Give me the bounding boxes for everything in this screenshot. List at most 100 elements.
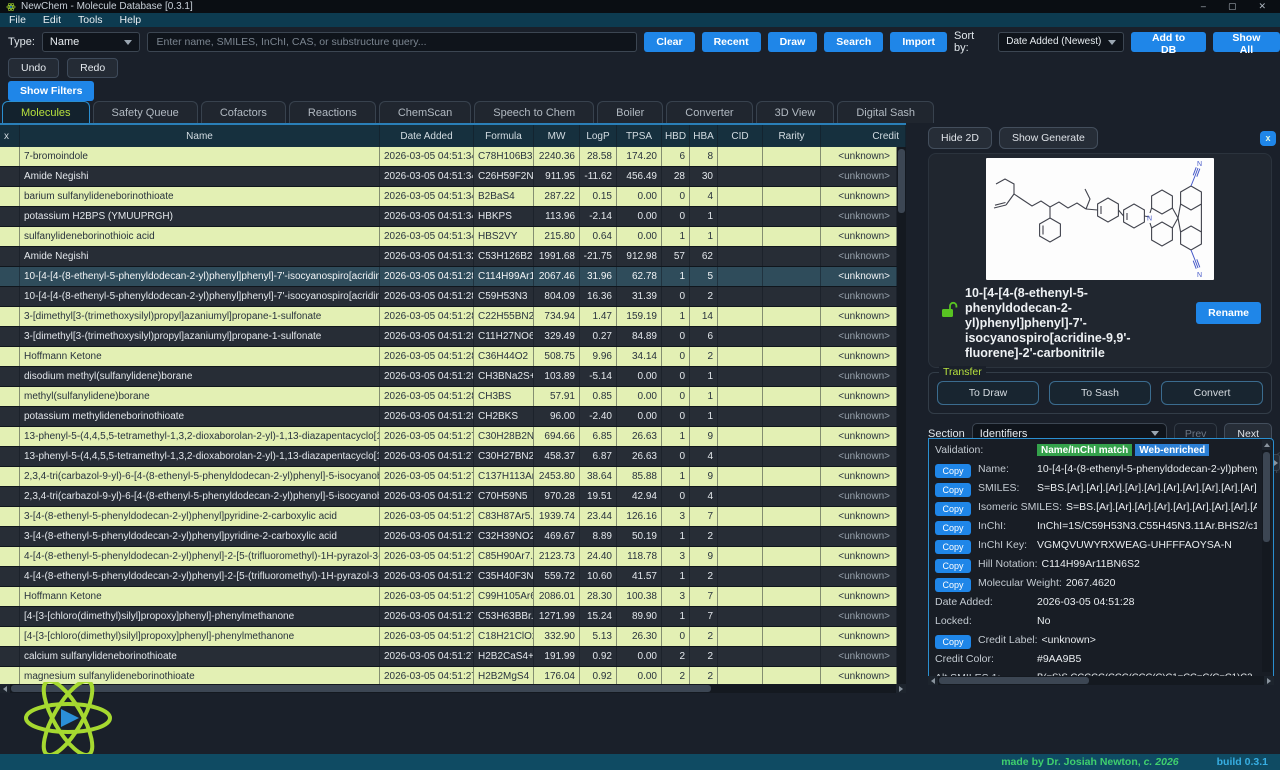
cell-date-added: 2026-03-05 04:51:28 — [380, 307, 474, 326]
cell-name: 4-[4-(8-ethenyl-5-phenyldodecan-2-yl)phe… — [20, 547, 380, 566]
menu-tools[interactable]: Tools — [78, 14, 103, 26]
table-row[interactable]: Amide Negishi2026-03-05 04:51:34C26H59F2… — [0, 167, 897, 187]
table-row[interactable]: [4-[3-[chloro(dimethyl)silyl]propoxy]phe… — [0, 627, 897, 647]
minimize-icon[interactable]: – — [1201, 1, 1206, 12]
cell-date-added: 2026-03-05 04:51:28 — [380, 367, 474, 386]
cell-credit: <unknown> — [821, 547, 897, 566]
panel-close-button[interactable]: x — [1260, 131, 1276, 146]
table-row[interactable]: 10-[4-[4-(8-ethenyl-5-phenyldodecan-2-yl… — [0, 287, 897, 307]
cell-credit: <unknown> — [821, 447, 897, 466]
table-row[interactable]: potassium H2BPS (YMUUPRGH)2026-03-05 04:… — [0, 207, 897, 227]
copy-button[interactable]: Copy — [935, 502, 971, 516]
menu-edit[interactable]: Edit — [43, 14, 61, 26]
rename-button[interactable]: Rename — [1196, 302, 1261, 324]
menu-help[interactable]: Help — [120, 14, 142, 26]
panel-horizontal-scrollbar[interactable] — [928, 676, 1274, 685]
cell-formula: C26H59F2N... — [474, 167, 534, 186]
table-row[interactable]: Amide Negishi2026-03-05 04:51:32C53H126B… — [0, 247, 897, 267]
table-row[interactable]: Hoffmann Ketone2026-03-05 04:51:28C36H44… — [0, 347, 897, 367]
cell-mw: 1939.74 — [534, 507, 580, 526]
table-row[interactable]: 13-phenyl-5-(4,4,5,5-tetramethyl-1,3,2-d… — [0, 447, 897, 467]
copy-button[interactable]: Copy — [935, 483, 971, 497]
scroll-left-icon[interactable] — [0, 684, 10, 693]
add-to-db-button[interactable]: Add to DB — [1131, 32, 1205, 52]
tab-boiler[interactable]: Boiler — [597, 101, 663, 123]
tab-digital-sash[interactable]: Digital Sash — [837, 101, 934, 123]
scroll-thumb[interactable] — [939, 677, 1089, 684]
tab-converter[interactable]: Converter — [666, 101, 752, 123]
copy-button[interactable]: Copy — [935, 464, 971, 478]
menu-file[interactable]: File — [9, 14, 26, 26]
scroll-up-icon[interactable] — [1262, 440, 1271, 450]
table-row[interactable]: 10-[4-[4-(8-ethenyl-5-phenyldodecan-2-yl… — [0, 267, 897, 287]
tab-3d-view[interactable]: 3D View — [756, 101, 835, 123]
copy-button[interactable]: Copy — [935, 635, 971, 649]
menu-bar: File Edit Tools Help — [0, 13, 1280, 27]
close-icon[interactable]: ✕ — [1258, 1, 1266, 12]
recent-button[interactable]: Recent — [702, 32, 761, 52]
copy-button[interactable]: Copy — [935, 578, 971, 592]
table-row[interactable]: potassium methylideneborinothioate2026-0… — [0, 407, 897, 427]
scroll-right-icon[interactable] — [1264, 676, 1274, 685]
table-row[interactable]: 7-bromoindole2026-03-05 04:51:34C78H106B… — [0, 147, 897, 167]
scroll-thumb[interactable] — [1263, 452, 1270, 542]
search-button[interactable]: Search — [824, 32, 883, 52]
table-horizontal-scrollbar[interactable] — [0, 684, 906, 693]
table-row[interactable]: disodium methyl(sulfanylidene)borane2026… — [0, 367, 897, 387]
cell-cid — [718, 307, 763, 326]
tab-cofactors[interactable]: Cofactors — [201, 101, 286, 123]
table-row[interactable]: methyl(sulfanylidene)borane2026-03-05 04… — [0, 387, 897, 407]
table-row[interactable]: 3-[dimethyl[3-(trimethoxysilyl)propyl]az… — [0, 327, 897, 347]
cell-hbd: 0 — [662, 447, 690, 466]
table-row[interactable]: 13-phenyl-5-(4,4,5,5-tetramethyl-1,3,2-d… — [0, 427, 897, 447]
tab-molecules[interactable]: Molecules — [2, 101, 90, 123]
hide-2d-button[interactable]: Hide 2D — [928, 127, 992, 149]
field-label: Credit Color: — [935, 653, 1037, 665]
maximize-icon[interactable]: ▢ — [1228, 1, 1237, 12]
copy-button[interactable]: Copy — [935, 521, 971, 535]
tab-safety-queue[interactable]: Safety Queue — [93, 101, 198, 123]
search-input[interactable] — [147, 32, 637, 52]
cell-formula: C35H40F3N3 — [474, 567, 534, 586]
copy-button[interactable]: Copy — [935, 540, 971, 554]
table-row[interactable]: sulfanylideneborinothioic acid2026-03-05… — [0, 227, 897, 247]
table-row[interactable]: [4-[3-[chloro(dimethyl)silyl]propoxy]phe… — [0, 607, 897, 627]
scroll-right-icon[interactable] — [896, 684, 906, 693]
cell-date-added: 2026-03-05 04:51:34 — [380, 167, 474, 186]
table-row[interactable]: 3-[dimethyl[3-(trimethoxysilyl)propyl]az… — [0, 307, 897, 327]
table-row[interactable]: Hoffmann Ketone2026-03-05 04:51:27C99H10… — [0, 587, 897, 607]
panel-vertical-scrollbar[interactable] — [1262, 440, 1271, 672]
table-row[interactable]: 2,3,4-tri(carbazol-9-yl)-6-[4-(8-ethenyl… — [0, 467, 897, 487]
table-row[interactable]: 4-[4-(8-ethenyl-5-phenyldodecan-2-yl)phe… — [0, 547, 897, 567]
cell-cid — [718, 627, 763, 646]
table-row[interactable]: 4-[4-(8-ethenyl-5-phenyldodecan-2-yl)phe… — [0, 567, 897, 587]
cell-formula: C11H27NO6... — [474, 327, 534, 346]
type-select[interactable]: Name — [42, 32, 141, 52]
show-filters-button[interactable]: Show Filters — [8, 81, 94, 101]
draw-button[interactable]: Draw — [768, 32, 818, 52]
to-sash-button[interactable]: To Sash — [1049, 381, 1151, 405]
table-row[interactable]: barium sulfanylideneborinothioate2026-03… — [0, 187, 897, 207]
cell-rarity — [763, 567, 821, 586]
undo-button[interactable]: Undo — [8, 58, 59, 78]
table-row[interactable]: 3-[4-(8-ethenyl-5-phenyldodecan-2-yl)phe… — [0, 527, 897, 547]
import-button[interactable]: Import — [890, 32, 947, 52]
redo-button[interactable]: Redo — [67, 58, 118, 78]
table-row[interactable]: calcium sulfanylideneborinothioate2026-0… — [0, 647, 897, 667]
tab-speech-to-chem[interactable]: Speech to Chem — [474, 101, 594, 123]
sort-select[interactable]: Date Added (Newest) — [998, 32, 1124, 52]
tab-chemscan[interactable]: ChemScan — [379, 101, 471, 123]
table-row[interactable]: 2,3,4-tri(carbazol-9-yl)-6-[4-(8-ethenyl… — [0, 487, 897, 507]
show-all-button[interactable]: Show All — [1213, 32, 1280, 52]
cell-tpsa: 84.89 — [617, 327, 662, 346]
show-generate-button[interactable]: Show Generate — [999, 127, 1098, 149]
copy-button[interactable]: Copy — [935, 559, 971, 573]
to-draw-button[interactable]: To Draw — [937, 381, 1039, 405]
clear-button[interactable]: Clear — [644, 32, 694, 52]
table-vertical-scrollbar[interactable] — [897, 147, 906, 686]
tab-reactions[interactable]: Reactions — [289, 101, 376, 123]
table-row[interactable]: 3-[4-(8-ethenyl-5-phenyldodecan-2-yl)phe… — [0, 507, 897, 527]
convert-button[interactable]: Convert — [1161, 381, 1263, 405]
cell-credit: <unknown> — [821, 527, 897, 546]
scroll-left-icon[interactable] — [928, 676, 938, 685]
